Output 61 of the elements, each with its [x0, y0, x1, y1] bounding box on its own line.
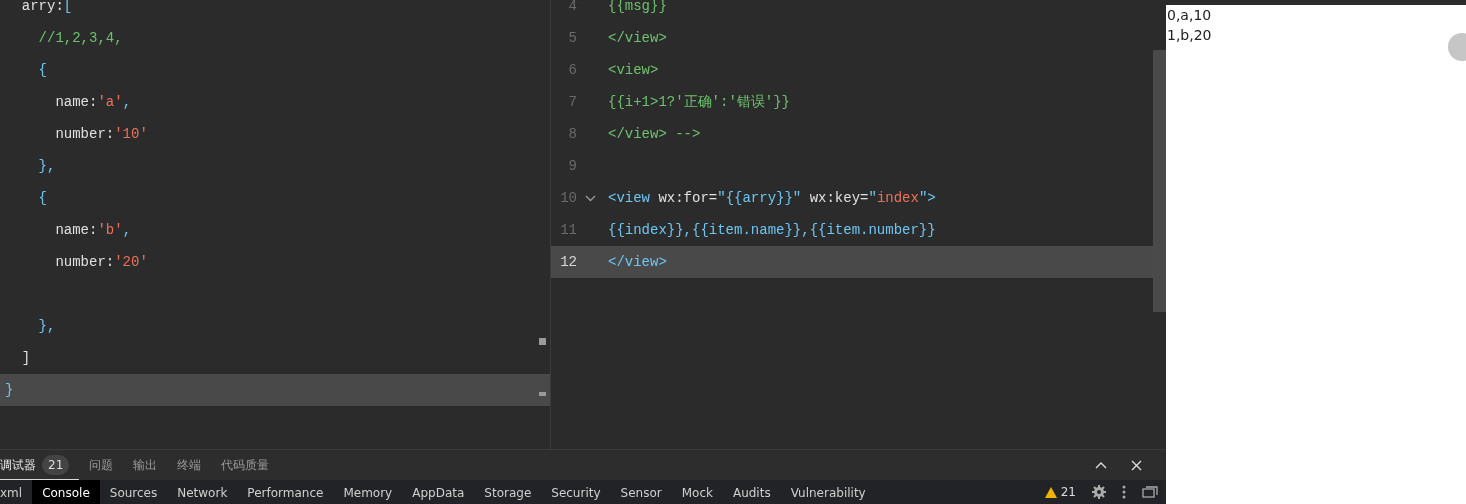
devtools-tab[interactable]: Memory: [333, 480, 403, 504]
line-number: 8: [567, 125, 577, 144]
line-number: 12: [559, 253, 577, 272]
more-icon[interactable]: [1122, 485, 1126, 499]
chevron-down-icon[interactable]: [584, 194, 596, 202]
code-line: }: [4, 381, 14, 400]
code-line: //1,2,3,4,: [37, 29, 123, 48]
devtools-tab[interactable]: xml: [0, 480, 33, 504]
devtools-tab[interactable]: Audits: [722, 480, 781, 504]
code-line: arry:[: [20, 0, 73, 16]
devtools-tab[interactable]: Performance: [237, 480, 334, 504]
devtools-tab[interactable]: Console: [32, 480, 100, 504]
code-line: </view>: [607, 29, 667, 48]
line-number: 9: [567, 157, 577, 176]
code-line: number:'20': [54, 253, 148, 272]
code-line: </view>: [607, 253, 667, 272]
dock-icon[interactable]: [1142, 486, 1158, 498]
devtools-tab[interactable]: Sources: [99, 480, 168, 504]
devtools-tab[interactable]: Security: [541, 480, 611, 504]
code-line: },: [37, 317, 56, 336]
line-number: 6: [567, 61, 577, 80]
code-line: </view> -->: [607, 125, 701, 144]
line-number: 11: [559, 221, 577, 240]
code-line: {{i+1>1?'正确':'错误'}}: [607, 93, 791, 112]
scroll-marker: [539, 338, 546, 345]
code-line: ]: [20, 349, 31, 368]
panel-tab[interactable]: 输出: [123, 449, 168, 481]
count-badge: 21: [42, 455, 70, 475]
warning-icon: [1044, 486, 1057, 498]
code-line: {{msg}}: [607, 0, 667, 16]
code-line: number:'10': [54, 125, 148, 144]
close-icon[interactable]: [1131, 459, 1142, 471]
code-line: {: [37, 61, 47, 80]
devtools-tab[interactable]: Network: [167, 480, 238, 504]
devtools-tab[interactable]: Mock: [671, 480, 723, 504]
scroll-marker: [539, 392, 546, 396]
settings-icon[interactable]: [1092, 485, 1106, 499]
code-line: {{index}},{{item.name}},{{item.number}}: [607, 221, 936, 240]
code-line: <view>: [607, 61, 659, 80]
panel-tab[interactable]: 代码质量: [211, 449, 280, 481]
line-number: 4: [567, 0, 577, 16]
preview-text: 0,a,10: [1166, 6, 1213, 25]
line-number: 7: [567, 93, 577, 112]
devtools-tab[interactable]: Sensor: [610, 480, 672, 504]
devtools-tab[interactable]: AppData: [402, 480, 475, 504]
preview-text: 1,b,20: [1166, 26, 1213, 45]
code-line: name:'b',: [54, 221, 132, 240]
code-line: {: [37, 189, 47, 208]
line-number: 5: [567, 29, 577, 48]
chevron-up-icon[interactable]: [1095, 461, 1107, 469]
code-line: name:'a',: [54, 93, 132, 112]
devtools-tab[interactable]: Storage: [474, 480, 542, 504]
panel-tab[interactable]: 调试器 21: [0, 449, 80, 481]
warning-count: 21: [1060, 484, 1076, 501]
devtools-tab[interactable]: Vulnerability: [780, 480, 876, 504]
panel-tab[interactable]: 问题: [79, 449, 124, 481]
panel-tab[interactable]: 终端: [167, 449, 212, 481]
code-line: <view wx:for="{{arry}}" wx:key="index">: [607, 189, 936, 208]
code-line: },: [37, 157, 56, 176]
line-number: 10: [559, 189, 577, 208]
scrollbar-thumb[interactable]: [1153, 50, 1166, 312]
